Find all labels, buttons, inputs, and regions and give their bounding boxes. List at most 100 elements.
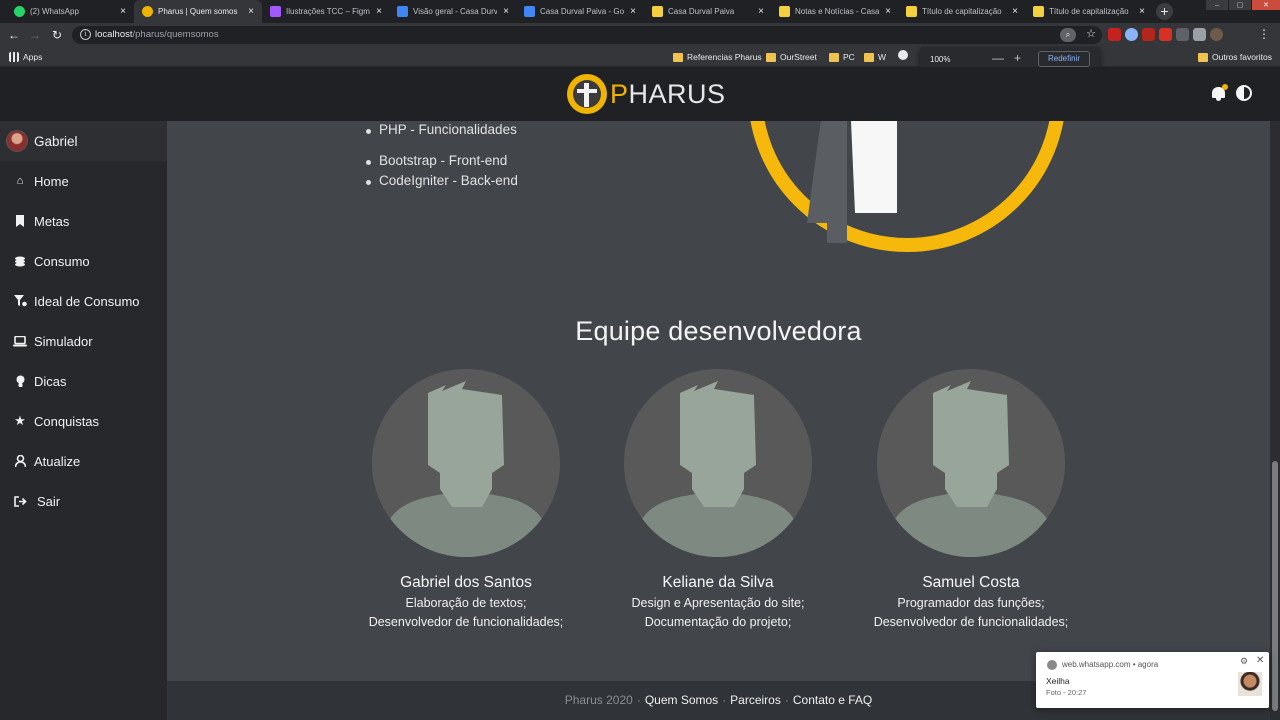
footer-copyright: Pharus 2020: [564, 693, 633, 707]
sidebar-user[interactable]: Gabriel: [0, 121, 167, 161]
sidebar-item-home[interactable]: ⌂ Home: [0, 166, 167, 196]
person-silhouette-icon: [372, 369, 560, 557]
puzzle-extensions-icon[interactable]: [1193, 28, 1206, 41]
reload-icon[interactable]: ↻: [48, 26, 66, 44]
zoom-out-button[interactable]: —: [992, 51, 1004, 65]
close-tab-icon[interactable]: ×: [628, 6, 638, 17]
page-scrollbar[interactable]: [1270, 121, 1280, 720]
sign-out-icon: [13, 494, 27, 508]
sidebar-item-metas[interactable]: Metas: [0, 206, 167, 236]
tab-ads-casa[interactable]: Casa Durval Paiva - Goo ×: [516, 0, 644, 23]
bookmark-folder-w[interactable]: W: [864, 50, 886, 64]
tab-titulo-1[interactable]: Título de capitalização ×: [898, 0, 1026, 23]
avatar: [372, 369, 560, 557]
new-tab-button[interactable]: +: [1156, 3, 1173, 20]
sidebar-item-label: Sair: [37, 493, 61, 509]
sidebar-item-atualize[interactable]: Atualize: [0, 446, 167, 476]
member-role: Programador das funções;: [897, 596, 1045, 610]
close-tab-icon[interactable]: ×: [1010, 6, 1020, 17]
bookmark-icon[interactable]: [898, 50, 908, 60]
tab-title: Notas e Notícias - Casa: [795, 7, 879, 16]
sidebar-item-label: Simulador: [34, 333, 93, 349]
site-header: PHARUS: [0, 67, 1280, 121]
pdf-extension-icon[interactable]: [1142, 28, 1155, 41]
tab-notas[interactable]: Notas e Notícias - Casa ×: [771, 0, 899, 23]
contrast-toggle-icon[interactable]: [1236, 85, 1252, 101]
bookmark-folder-pc[interactable]: PC: [829, 50, 855, 64]
avatar: [877, 369, 1065, 557]
bookmark-label: PC: [843, 52, 855, 62]
sidebar-item-label: Metas: [34, 213, 70, 229]
bookmark-apps[interactable]: Apps: [9, 50, 42, 64]
laptop-icon: [13, 334, 27, 348]
minimize-button[interactable]: –: [1206, 0, 1228, 10]
sidebar-item-label: Dicas: [34, 373, 67, 389]
close-tab-icon[interactable]: ×: [374, 6, 384, 17]
figma-icon: [270, 6, 281, 17]
footer-link-quem-somos[interactable]: Quem Somos: [645, 693, 718, 707]
tab-title: Título de capitalização: [1049, 7, 1129, 16]
bookmark-folder-referencias[interactable]: Referencias Pharus: [673, 50, 762, 64]
bookmark-folder-other[interactable]: Outros favoritos: [1198, 50, 1272, 64]
footer-separator: ·: [784, 693, 789, 707]
sidebar-item-ideal[interactable]: Ideal de Consumo: [0, 286, 167, 316]
main-content: PHP - Funcionalidades Bootstrap - Front-…: [167, 121, 1270, 681]
footer-link-contato[interactable]: Contato e FAQ: [793, 693, 872, 707]
zoom-magnifier-icon[interactable]: ⌕: [1060, 28, 1076, 42]
notification-time: agora: [1137, 660, 1159, 669]
close-tab-icon[interactable]: ×: [1137, 6, 1147, 17]
google-ads-icon: [397, 6, 408, 17]
tab-title: (2) WhatsApp: [30, 7, 79, 16]
zoom-level: 100%: [930, 55, 951, 64]
bookmark-label: Referencias Pharus: [687, 52, 762, 62]
kebab-menu-icon[interactable]: ⋮: [1258, 27, 1270, 41]
close-tab-icon[interactable]: ×: [246, 6, 256, 17]
extension-icon[interactable]: [1176, 28, 1189, 41]
zoom-reset-button[interactable]: Redefinir: [1038, 51, 1090, 67]
footer-link-parceiros[interactable]: Parceiros: [730, 693, 781, 707]
tab-ads-overview[interactable]: Visão geral - Casa Durv ×: [389, 0, 517, 23]
folder-icon: [864, 52, 874, 62]
tab-figma[interactable]: Ilustrações TCC – Figma ×: [262, 0, 390, 23]
tab-casa-durval[interactable]: Casa Durval Paiva ×: [644, 0, 772, 23]
sidebar-item-consumo[interactable]: Consumo: [0, 246, 167, 276]
bookmark-folder-ourstreet[interactable]: OurStreet: [766, 50, 817, 64]
close-window-button[interactable]: ✕: [1252, 0, 1280, 10]
close-tab-icon[interactable]: ×: [501, 6, 511, 17]
close-tab-icon[interactable]: ×: [118, 6, 128, 17]
tab-pharus[interactable]: Pharus | Quem somos ×: [134, 0, 262, 23]
scrollbar-thumb[interactable]: [1272, 461, 1278, 711]
back-arrow-icon[interactable]: ←: [5, 26, 23, 44]
zoom-in-button[interactable]: +: [1014, 51, 1021, 65]
sidebar-item-sair[interactable]: Sair: [0, 486, 167, 516]
address-bar[interactable]: i localhost/pharus/quemsomos ⌕ ☆: [72, 26, 1102, 44]
pharus-logo[interactable]: PHARUS: [567, 74, 726, 114]
notification-title: Xeilha: [1046, 676, 1070, 686]
video-extension-icon[interactable]: [1159, 28, 1172, 41]
tab-titulo-2[interactable]: Título de capitalização ×: [1025, 0, 1153, 23]
sidebar-item-dicas[interactable]: Dicas: [0, 366, 167, 396]
close-tab-icon[interactable]: ×: [883, 6, 893, 17]
team-member-card: Keliane da Silva Design e Apresentação d…: [588, 369, 848, 632]
sidebar-item-label: Conquistas: [34, 413, 100, 429]
forward-arrow-icon[interactable]: →: [26, 26, 44, 44]
member-role: Design e Apresentação do site;: [631, 596, 805, 610]
chrome-icon: [1047, 660, 1057, 670]
gear-icon[interactable]: ⚙: [1240, 656, 1248, 667]
maximize-button[interactable]: ▢: [1229, 0, 1251, 10]
desktop-notification[interactable]: web.whatsapp.com • agora ⚙ ✕ Xeilha Foto…: [1036, 652, 1269, 708]
notification-bell-icon[interactable]: [1211, 84, 1228, 101]
tab-title: Ilustrações TCC – Figma: [286, 7, 370, 16]
close-icon[interactable]: ✕: [1256, 655, 1264, 666]
list-item: CodeIgniter - Back-end: [366, 173, 518, 188]
tab-whatsapp[interactable]: (2) WhatsApp ×: [6, 0, 134, 23]
close-tab-icon[interactable]: ×: [756, 6, 766, 17]
folder-icon: [829, 52, 839, 62]
abp-extension-icon[interactable]: [1108, 28, 1121, 41]
site-info-icon[interactable]: i: [80, 29, 91, 40]
sidebar-item-conquistas[interactable]: ★ Conquistas: [0, 406, 167, 436]
translate-extension-icon[interactable]: [1125, 28, 1138, 41]
profile-avatar-icon[interactable]: [1210, 28, 1223, 41]
sidebar-item-simulador[interactable]: Simulador: [0, 326, 167, 356]
bookmark-star-icon[interactable]: ☆: [1086, 27, 1096, 40]
